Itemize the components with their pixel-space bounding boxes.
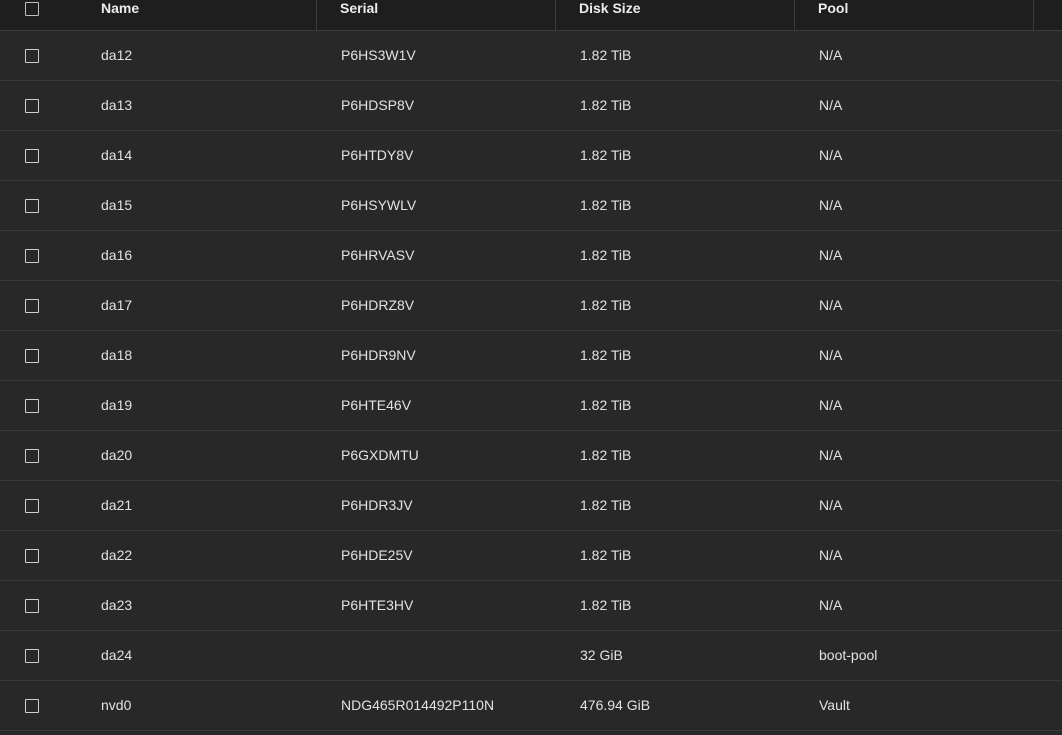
disk-pool: N/A — [819, 447, 843, 463]
disk-serial: P6HS3W1V — [341, 47, 416, 63]
column-header-name-label: Name — [101, 0, 140, 16]
disk-pool: Vault — [819, 697, 850, 713]
disk-name: da15 — [101, 197, 133, 213]
disk-size: 1.82 TiB — [580, 47, 632, 63]
row-checkbox[interactable] — [25, 149, 39, 163]
disk-pool: N/A — [819, 347, 843, 363]
disk-name: da14 — [101, 147, 133, 163]
disk-name: da16 — [101, 247, 133, 263]
column-header-disk-size-label: Disk Size — [579, 0, 641, 16]
row-checkbox[interactable] — [25, 549, 39, 563]
table-row[interactable]: da17 P6HDRZ8V 1.82 TiB N/A — [0, 281, 1062, 331]
disk-serial: P6HRVASV — [341, 247, 415, 263]
disk-serial: P6HSYWLV — [341, 197, 417, 213]
disk-pool: N/A — [819, 47, 843, 63]
table-row[interactable]: da18 P6HDR9NV 1.82 TiB N/A — [0, 331, 1062, 381]
disk-pool: N/A — [819, 597, 843, 613]
disk-serial: P6HDRZ8V — [341, 297, 415, 313]
disk-size: 1.82 TiB — [580, 397, 632, 413]
disk-size: 1.82 TiB — [580, 197, 632, 213]
table-row[interactable]: da16 P6HRVASV 1.82 TiB N/A — [0, 231, 1062, 281]
disk-name: nvd0 — [101, 697, 132, 713]
disk-name: da21 — [101, 497, 133, 513]
row-checkbox[interactable] — [25, 399, 39, 413]
disk-size: 476.94 GiB — [580, 697, 651, 713]
column-header-name[interactable]: Name — [101, 0, 315, 30]
table-row[interactable]: da14 P6HTDY8V 1.82 TiB N/A — [0, 131, 1062, 181]
disks-table: Name Serial Disk Size Pool da12 P6HS3W1V… — [0, 0, 1062, 735]
row-checkbox[interactable] — [25, 49, 39, 63]
disk-serial: P6HDR3JV — [341, 497, 413, 513]
row-checkbox[interactable] — [25, 649, 39, 663]
disk-name: da17 — [101, 297, 133, 313]
column-divider[interactable] — [316, 0, 317, 30]
disk-serial: P6HDR9NV — [341, 347, 416, 363]
column-divider[interactable] — [555, 0, 556, 30]
select-all-checkbox[interactable] — [25, 2, 39, 16]
table-row[interactable]: da15 P6HSYWLV 1.82 TiB N/A — [0, 181, 1062, 231]
disk-size: 1.82 TiB — [580, 247, 632, 263]
disk-serial: P6HTE46V — [341, 397, 412, 413]
table-row[interactable]: nvd0 NDG465R014492P110N 476.94 GiB Vault — [0, 681, 1062, 731]
row-checkbox[interactable] — [25, 299, 39, 313]
table-row[interactable]: da12 P6HS3W1V 1.82 TiB N/A — [0, 31, 1062, 81]
table-header: Name Serial Disk Size Pool — [0, 0, 1062, 31]
row-checkbox[interactable] — [25, 449, 39, 463]
disk-name: da12 — [101, 47, 133, 63]
disk-name: da24 — [101, 647, 133, 663]
disk-size: 1.82 TiB — [580, 547, 632, 563]
disk-name: da18 — [101, 347, 133, 363]
disk-pool: N/A — [819, 497, 843, 513]
row-checkbox[interactable] — [25, 699, 39, 713]
table-row[interactable]: da24 32 GiB boot-pool — [0, 631, 1062, 681]
disk-serial: NDG465R014492P110N — [341, 697, 495, 713]
table-row[interactable]: da21 P6HDR3JV 1.82 TiB N/A — [0, 481, 1062, 531]
column-divider[interactable] — [794, 0, 795, 30]
disk-pool: N/A — [819, 97, 843, 113]
disk-name: da23 — [101, 597, 133, 613]
table-row[interactable]: da13 P6HDSP8V 1.82 TiB N/A — [0, 81, 1062, 131]
disk-pool: N/A — [819, 297, 843, 313]
disk-size: 1.82 TiB — [580, 347, 632, 363]
disk-name: da19 — [101, 397, 133, 413]
disk-serial: P6HTE3HV — [341, 597, 414, 613]
disk-pool: N/A — [819, 197, 843, 213]
disk-size: 32 GiB — [580, 647, 623, 663]
column-header-serial-label: Serial — [340, 0, 379, 16]
table-row[interactable]: da19 P6HTE46V 1.82 TiB N/A — [0, 381, 1062, 431]
disk-name: da13 — [101, 97, 133, 113]
disk-size: 1.82 TiB — [580, 597, 632, 613]
table-row[interactable]: da20 P6GXDMTU 1.82 TiB N/A — [0, 431, 1062, 481]
column-divider[interactable] — [1033, 0, 1034, 30]
disk-name: da22 — [101, 547, 133, 563]
column-header-serial[interactable]: Serial — [340, 0, 554, 30]
disk-name: da20 — [101, 447, 133, 463]
disk-serial: P6HDE25V — [341, 547, 413, 563]
disk-size: 1.82 TiB — [580, 447, 632, 463]
disk-pool: boot-pool — [819, 647, 878, 663]
disk-size: 1.82 TiB — [580, 97, 632, 113]
row-checkbox[interactable] — [25, 499, 39, 513]
disk-size: 1.82 TiB — [580, 147, 632, 163]
disk-serial: P6HTDY8V — [341, 147, 414, 163]
disk-pool: N/A — [819, 247, 843, 263]
disk-pool: N/A — [819, 147, 843, 163]
disk-serial: P6GXDMTU — [341, 447, 419, 463]
table-body: da12 P6HS3W1V 1.82 TiB N/A da13 P6HDSP8V… — [0, 31, 1062, 731]
row-checkbox[interactable] — [25, 199, 39, 213]
row-checkbox[interactable] — [25, 249, 39, 263]
disk-size: 1.82 TiB — [580, 297, 632, 313]
row-checkbox[interactable] — [25, 99, 39, 113]
row-checkbox[interactable] — [25, 599, 39, 613]
table-row[interactable]: da23 P6HTE3HV 1.82 TiB N/A — [0, 581, 1062, 631]
column-header-pool[interactable]: Pool — [818, 0, 1032, 30]
disk-serial: P6HDSP8V — [341, 97, 415, 113]
column-header-disk-size[interactable]: Disk Size — [579, 0, 793, 30]
disk-size: 1.82 TiB — [580, 497, 632, 513]
row-checkbox[interactable] — [25, 349, 39, 363]
disk-pool: N/A — [819, 397, 843, 413]
table-row[interactable]: da22 P6HDE25V 1.82 TiB N/A — [0, 531, 1062, 581]
column-header-pool-label: Pool — [818, 0, 849, 16]
disk-pool: N/A — [819, 547, 843, 563]
